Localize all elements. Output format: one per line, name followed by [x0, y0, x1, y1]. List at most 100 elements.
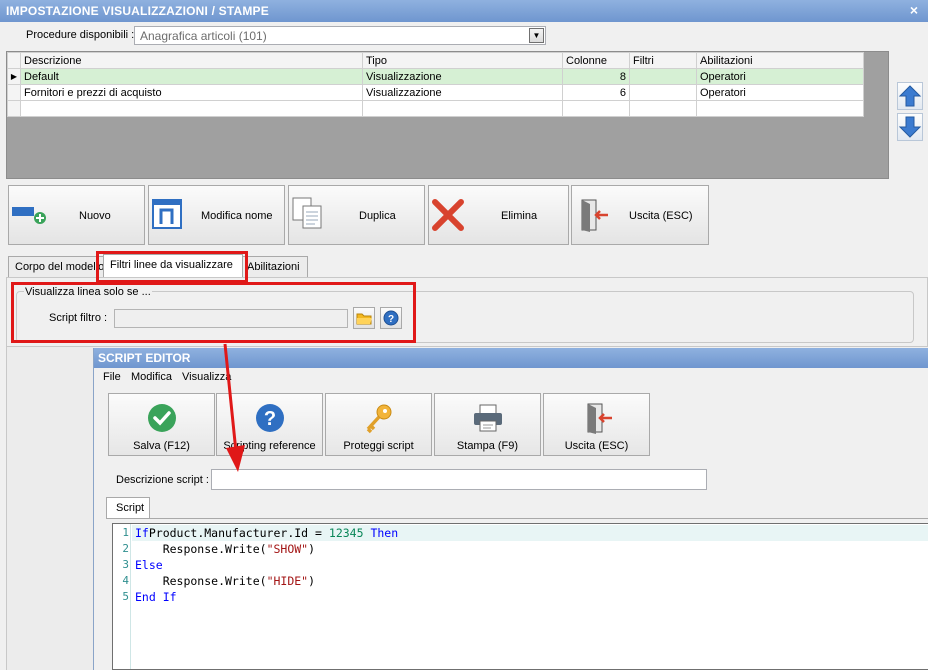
duplicate-button-label: Duplica: [359, 210, 396, 222]
cell-empty[interactable]: [562, 100, 630, 117]
column-header-descrizione[interactable]: Descrizione: [20, 52, 363, 69]
tab-corpo-label: Corpo del modello: [15, 261, 105, 273]
annotation-arrow-icon: [223, 343, 245, 472]
line-number: 1: [122, 526, 129, 539]
rename-button[interactable]: Modifica nome: [148, 185, 285, 245]
row-header-corner: [7, 52, 21, 69]
row-header: [7, 100, 21, 117]
window-title-bar: IMPOSTAZIONE VISUALIZZAZIONI / STAMPE: [0, 0, 928, 22]
cell-empty[interactable]: [629, 100, 697, 117]
code-token: ): [308, 542, 316, 556]
table-header-row: Descrizione Tipo Colonne Filtri Abilitaz…: [7, 52, 864, 69]
arrow-down-icon: [898, 116, 922, 138]
description-label: Descrizione script :: [116, 474, 209, 486]
exit-door-icon: [581, 199, 608, 232]
tab-divider: [106, 518, 928, 519]
menu-file[interactable]: File: [103, 371, 121, 383]
cell-abilitazioni[interactable]: Operatori: [696, 68, 864, 85]
duplicate-button[interactable]: Duplica: [288, 185, 425, 245]
column-header-tipo[interactable]: Tipo: [362, 52, 563, 69]
save-button[interactable]: Salva (F12): [108, 393, 215, 456]
code-line[interactable]: Response.Write("HIDE"): [135, 574, 315, 588]
cell-filtri[interactable]: [629, 68, 697, 85]
code-token: =: [308, 526, 329, 540]
print-button[interactable]: Stampa (F9): [434, 393, 541, 456]
exit-button-label: Uscita (ESC): [629, 210, 693, 222]
cell-abilitazioni[interactable]: Operatori: [696, 84, 864, 101]
tab-corpo-modello[interactable]: Corpo del modello: [8, 256, 108, 277]
code-token: "SHOW": [266, 542, 309, 556]
help-icon: ?: [256, 404, 284, 432]
rename-button-label: Modifica nome: [201, 210, 273, 222]
menu-file-label: File: [103, 371, 121, 383]
code-line[interactable]: Response.Write("SHOW"): [135, 542, 315, 556]
exit-button[interactable]: Uscita (ESC): [571, 185, 709, 245]
code-token: 12345: [328, 526, 364, 540]
protect-script-label: Proteggi script: [343, 440, 414, 452]
duplicate-icon: [292, 197, 322, 229]
highlight-tab-box: [96, 251, 248, 283]
chevron-down-icon[interactable]: ▼: [529, 28, 544, 43]
procedure-select[interactable]: Anagrafica articoli (101) ▼: [134, 26, 546, 45]
highlight-filter-box: [11, 282, 416, 343]
cell-colonne[interactable]: 8: [562, 68, 630, 85]
move-down-button[interactable]: [897, 113, 923, 141]
new-button[interactable]: Nuovo: [8, 185, 145, 245]
editor-exit-label: Uscita (ESC): [564, 440, 629, 452]
code-token: "HIDE": [266, 574, 309, 588]
column-header-colonne[interactable]: Colonne: [562, 52, 630, 69]
line-number: 3: [122, 558, 129, 571]
code-token: Product.Manufacturer.Id: [148, 526, 309, 540]
cell-colonne[interactable]: 6: [562, 84, 630, 101]
close-icon[interactable]: ×: [906, 2, 922, 18]
line-number-gutter: 1 2 3 4 5: [113, 524, 131, 669]
cell-empty[interactable]: [20, 100, 363, 117]
code-line[interactable]: IfProduct.Manufacturer.Id = 12345 Then: [135, 526, 398, 540]
save-button-label: Salva (F12): [133, 440, 190, 452]
window-title: IMPOSTAZIONE VISUALIZZAZIONI / STAMPE: [6, 4, 269, 18]
tab-script[interactable]: Script: [106, 497, 150, 519]
column-header-filtri[interactable]: Filtri: [629, 52, 697, 69]
table-row[interactable]: ▶ Default Visualizzazione 8 Operatori: [7, 68, 864, 85]
code-token: ): [308, 574, 316, 588]
code-token: End If: [135, 590, 177, 604]
svg-text:?: ?: [264, 408, 276, 430]
cell-descrizione[interactable]: Fornitori e prezzi di acquisto: [20, 84, 363, 101]
views-grid: Descrizione Tipo Colonne Filtri Abilitaz…: [6, 51, 889, 179]
rename-icon: [152, 199, 182, 229]
protect-script-button[interactable]: Proteggi script: [325, 393, 432, 456]
code-token: Response.Write(: [135, 574, 267, 588]
cell-filtri[interactable]: [629, 84, 697, 101]
tab-abilitazioni[interactable]: Abilitazioni: [240, 256, 308, 277]
code-token: Response.Write(: [135, 542, 267, 556]
row-header: [7, 84, 21, 101]
editor-exit-button[interactable]: Uscita (ESC): [543, 393, 650, 456]
move-up-button[interactable]: [897, 82, 923, 110]
cell-tipo[interactable]: Visualizzazione: [362, 68, 563, 85]
delete-button-label: Elimina: [501, 210, 538, 222]
description-input[interactable]: [211, 469, 707, 490]
add-icon: [12, 207, 46, 224]
column-header-abilitazioni[interactable]: Abilitazioni: [696, 52, 864, 69]
line-number: 5: [122, 590, 129, 603]
row-pointer-icon: ▶: [7, 68, 21, 85]
code-token: Else: [135, 558, 163, 572]
code-line[interactable]: Else: [135, 558, 163, 572]
code-editor[interactable]: 1 2 3 4 5 IfProduct.Manufacturer.Id = 12345 …: [112, 523, 928, 670]
menu-modifica[interactable]: Modifica: [131, 371, 172, 383]
background-panel: [6, 347, 93, 670]
cell-empty[interactable]: [362, 100, 563, 117]
table-row[interactable]: Fornitori e prezzi di acquisto Visualizz…: [7, 84, 864, 101]
cell-empty[interactable]: [696, 100, 864, 117]
cell-tipo[interactable]: Visualizzazione: [362, 84, 563, 101]
check-icon: [148, 404, 176, 432]
print-button-label: Stampa (F9): [456, 440, 519, 452]
arrow-up-icon: [898, 85, 922, 107]
table-row-empty[interactable]: [7, 100, 864, 117]
code-line[interactable]: End If: [135, 590, 177, 604]
delete-button[interactable]: Elimina: [428, 185, 569, 245]
printer-icon: [474, 404, 502, 432]
code-token: Then: [363, 526, 399, 540]
line-number: 2: [122, 542, 129, 555]
cell-descrizione[interactable]: Default: [20, 68, 363, 85]
